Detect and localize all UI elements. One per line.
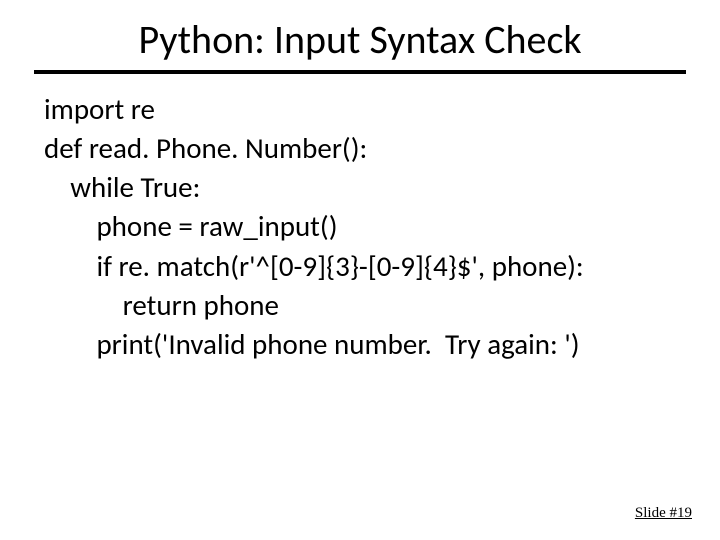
slide-title: Python: Input Syntax Check [0,15,720,64]
code-line: import re [44,91,155,127]
code-line: def read. Phone. Number(): [44,130,367,166]
code-block: import re def read. Phone. Number(): whi… [44,90,684,364]
slide: Python: Input Syntax Check import re def… [0,0,720,540]
code-line: phone = raw_input() [44,208,337,244]
slide-number: Slide #19 [635,505,692,522]
code-line: print('Invalid phone number. Try again: … [44,326,580,362]
code-line: if re. match(r'^[0-9]{3}-[0-9]{4}$', pho… [44,248,584,284]
title-rule [34,70,686,74]
code-line: return phone [44,287,279,323]
code-line: while True: [44,169,200,205]
